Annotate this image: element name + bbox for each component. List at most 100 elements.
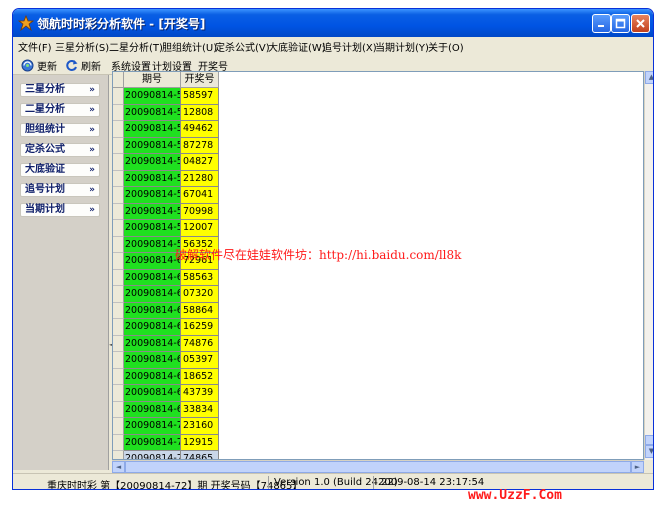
refresh-button[interactable]: 刷新 [65,58,101,73]
cell-period[interactable]: 20090814-62 [124,286,181,303]
cell-number[interactable]: 04827 [181,154,219,171]
menu-kill-formula[interactable]: 定杀公式(V) [215,39,270,54]
cell-number[interactable]: 87278 [181,137,219,154]
row-indicator[interactable] [113,385,124,402]
cell-period[interactable]: 20090814-57 [124,203,181,220]
title-bar[interactable]: 领航时时彩分析软件 - [开奖号] [13,9,653,37]
table-row[interactable]: 20090814-6574876 [113,335,219,352]
table-row[interactable]: 20090814-5812007 [113,220,219,237]
menu-bile-stats[interactable]: 胆组统计(U) [162,39,217,54]
sidebar-item-chase-plan[interactable]: 追号计划 » [20,183,100,197]
row-indicator[interactable] [113,88,124,105]
cell-number[interactable]: 33834 [181,401,219,418]
row-indicator[interactable] [113,187,124,204]
row-indicator[interactable] [113,302,124,319]
table-row-current[interactable]: 20090814-7274865 [113,451,219,459]
scroll-up-button[interactable]: ▲ [645,71,653,84]
menu-base-verify[interactable]: 大底验证(W) [268,39,326,54]
row-indicator[interactable] [113,401,124,418]
row-indicator[interactable] [113,170,124,187]
cell-number[interactable]: 49462 [181,121,219,138]
table-row[interactable]: 20090814-5521280 [113,170,219,187]
minimize-button[interactable] [592,14,611,33]
table-row[interactable]: 20090814-5770998 [113,203,219,220]
row-indicator[interactable] [113,434,124,451]
row-indicator[interactable] [113,236,124,253]
table-row[interactable]: 20090814-6843739 [113,385,219,402]
cell-number[interactable]: 16259 [181,319,219,336]
cell-period[interactable]: 20090814-68 [124,385,181,402]
cell-period[interactable]: 20090814-64 [124,319,181,336]
cell-number[interactable]: 07320 [181,286,219,303]
column-header-number[interactable]: 开奖号 [181,72,219,88]
row-indicator[interactable] [113,269,124,286]
menu-three-star[interactable]: 三星分析(S) [55,39,109,54]
cell-period[interactable]: 20090814-66 [124,352,181,369]
cell-period[interactable]: 20090814-54 [124,154,181,171]
cell-number[interactable]: 58597 [181,88,219,105]
cell-period[interactable]: 20090814-52 [124,121,181,138]
maximize-button[interactable] [611,14,630,33]
row-indicator[interactable] [113,451,124,459]
cell-number[interactable]: 05397 [181,352,219,369]
cell-period[interactable]: 20090814-65 [124,335,181,352]
table-row[interactable]: 20090814-5387278 [113,137,219,154]
table-row[interactable]: 20090814-6605397 [113,352,219,369]
row-indicator[interactable] [113,220,124,237]
cell-period[interactable]: 20090814-71 [124,434,181,451]
row-indicator[interactable] [113,319,124,336]
vertical-scrollbar[interactable]: ▲ ▼ [644,71,653,460]
row-indicator[interactable] [113,137,124,154]
cell-number[interactable]: 58864 [181,302,219,319]
row-indicator[interactable] [113,253,124,270]
cell-period[interactable]: 20090814-59 [124,236,181,253]
cell-number[interactable]: 18652 [181,368,219,385]
cell-number[interactable]: 58563 [181,269,219,286]
table-row[interactable]: 20090814-6158563 [113,269,219,286]
table-row[interactable]: 20090814-7112915 [113,434,219,451]
table-row[interactable]: 20090814-5112808 [113,104,219,121]
cell-period[interactable]: 20090814-72 [124,451,181,459]
row-indicator[interactable] [113,335,124,352]
row-indicator[interactable] [113,121,124,138]
sidebar-item-bile-stats[interactable]: 胆组统计 » [20,123,100,137]
sidebar-item-base-verify[interactable]: 大底验证 » [20,163,100,177]
cell-number[interactable]: 23160 [181,418,219,435]
horizontal-scrollbar[interactable]: ◄ ► [112,460,644,473]
row-indicator[interactable] [113,104,124,121]
sidebar-item-kill-formula[interactable]: 定杀公式 » [20,143,100,157]
row-indicator[interactable] [113,352,124,369]
cell-number[interactable]: 67041 [181,187,219,204]
menu-two-star[interactable]: 二星分析(T) [109,39,163,54]
horizontal-scroll-thumb[interactable] [125,461,631,473]
table-row[interactable]: 20090814-5249462 [113,121,219,138]
table-row[interactable]: 20090814-5404827 [113,154,219,171]
table-row[interactable]: 20090814-5667041 [113,187,219,204]
close-button[interactable] [631,14,650,33]
table-row[interactable]: 20090814-5058597 [113,88,219,105]
cell-period[interactable]: 20090814-60 [124,253,181,270]
cell-number[interactable]: 74865 [181,451,219,459]
menu-file[interactable]: 文件(F) [18,39,52,54]
cell-number[interactable]: 12808 [181,104,219,121]
table-row[interactable]: 20090814-6933834 [113,401,219,418]
row-indicator[interactable] [113,286,124,303]
cell-number[interactable]: 74876 [181,335,219,352]
vertical-scroll-thumb[interactable] [645,435,653,445]
cell-period[interactable]: 20090814-61 [124,269,181,286]
table-row[interactable]: 20090814-7023160 [113,418,219,435]
menu-about[interactable]: 关于(O) [428,39,464,54]
row-indicator[interactable] [113,154,124,171]
scroll-down-button[interactable]: ▼ [645,445,653,458]
cell-period[interactable]: 20090814-67 [124,368,181,385]
cell-number[interactable]: 43739 [181,385,219,402]
menu-chase-plan[interactable]: 追号计划(X) [322,39,377,54]
scroll-right-button[interactable]: ► [631,461,644,473]
cell-period[interactable]: 20090814-69 [124,401,181,418]
sidebar-item-current-plan[interactable]: 当期计划 » [20,203,100,217]
row-indicator[interactable] [113,418,124,435]
cell-period[interactable]: 20090814-53 [124,137,181,154]
column-header-period[interactable]: 期号 [124,72,181,88]
table-row[interactable]: 20090814-6416259 [113,319,219,336]
cell-period[interactable]: 20090814-58 [124,220,181,237]
